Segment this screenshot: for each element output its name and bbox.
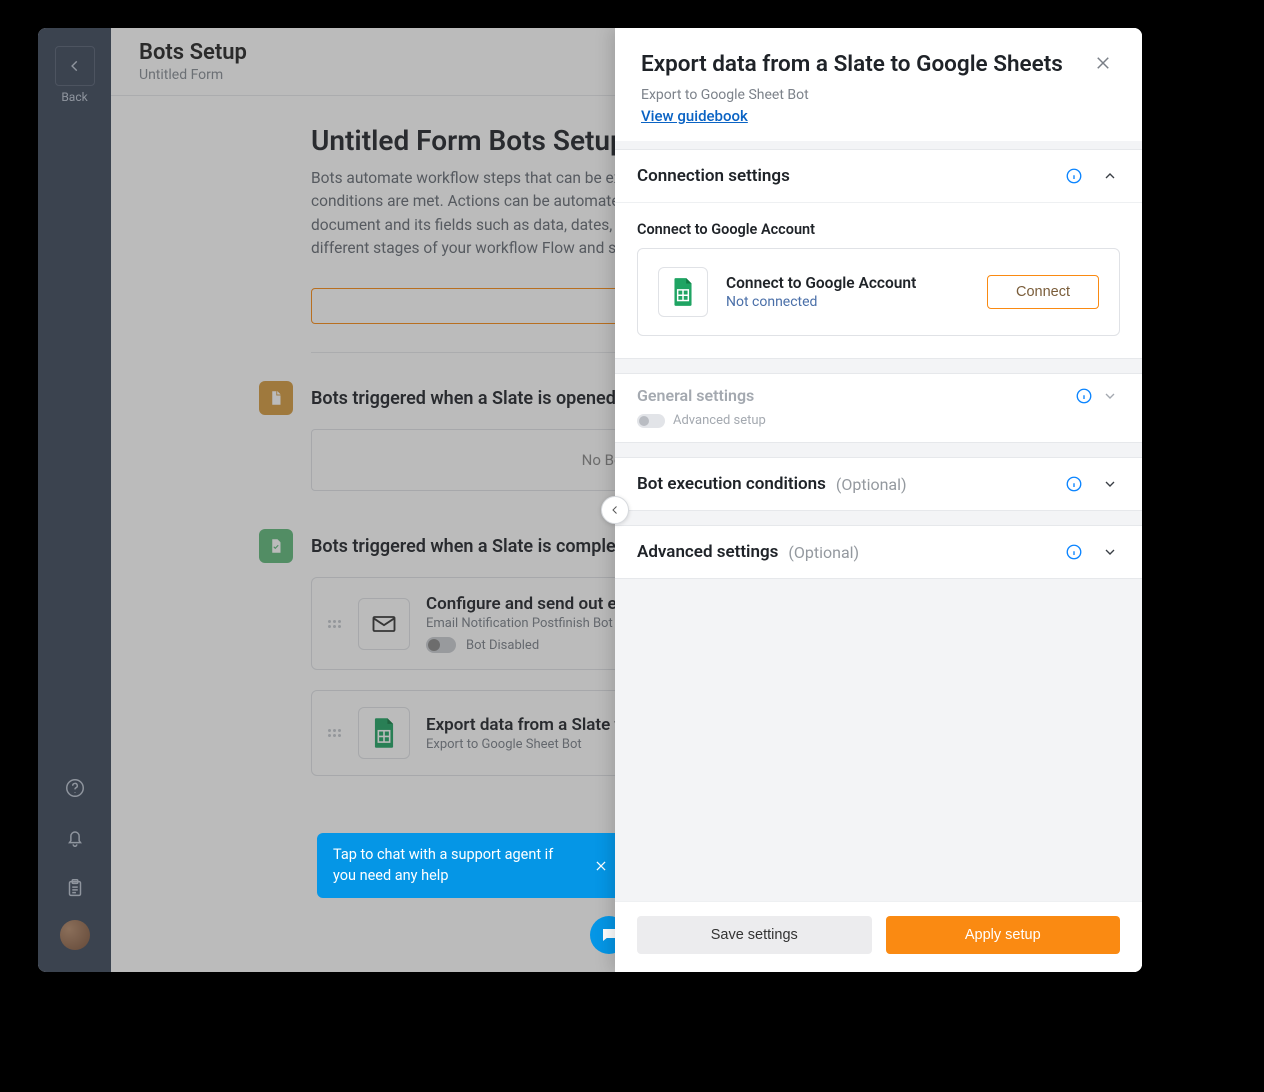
app-window: Back Bots Setup Untitled Form Untitled F… <box>38 28 1142 972</box>
conditions-label: Bot execution conditions <box>637 474 826 494</box>
advanced-section: Advanced settings (Optional) <box>615 525 1142 579</box>
panel-collapse-button[interactable] <box>601 496 629 524</box>
conditions-section: Bot execution conditions (Optional) <box>615 457 1142 511</box>
chevron-down-icon <box>1100 474 1120 494</box>
panel-title: Export data from a Slate to Google Sheet… <box>641 50 1090 79</box>
conditions-optional: (Optional) <box>836 475 907 494</box>
close-icon[interactable] <box>1090 50 1116 76</box>
view-guidebook-link[interactable]: View guidebook <box>641 107 748 125</box>
save-settings-button[interactable]: Save settings <box>637 916 872 954</box>
connection-settings-section: Connection settings Connect to Google Ac… <box>615 149 1142 359</box>
general-settings-section: General settings Advanced setup <box>615 373 1142 443</box>
advanced-setup-label: Advanced setup <box>673 413 766 428</box>
general-settings-label: General settings <box>637 386 1074 405</box>
connection-settings-label: Connection settings <box>637 166 790 186</box>
side-panel: Export data from a Slate to Google Sheet… <box>615 28 1142 972</box>
google-sheets-icon <box>658 267 708 317</box>
panel-footer: Save settings Apply setup <box>615 901 1142 972</box>
advanced-header[interactable]: Advanced settings (Optional) <box>615 526 1142 578</box>
connect-field-label: Connect to Google Account <box>637 221 1120 238</box>
chevron-down-icon <box>1100 386 1120 406</box>
panel-body: Connection settings Connect to Google Ac… <box>615 141 1142 901</box>
chat-toast-close-icon[interactable] <box>591 856 611 876</box>
chevron-down-icon <box>1100 542 1120 562</box>
info-icon[interactable] <box>1074 386 1094 406</box>
panel-header: Export data from a Slate to Google Sheet… <box>615 28 1142 141</box>
panel-subtitle: Export to Google Sheet Bot <box>641 87 1116 103</box>
apply-setup-button[interactable]: Apply setup <box>886 916 1121 954</box>
chat-toast-text: Tap to chat with a support agent if you … <box>333 846 553 883</box>
connect-card-title: Connect to Google Account <box>726 274 969 292</box>
advanced-label: Advanced settings <box>637 542 778 562</box>
connection-settings-header[interactable]: Connection settings <box>615 150 1142 202</box>
connect-button[interactable]: Connect <box>987 275 1099 309</box>
general-settings-header[interactable]: General settings Advanced setup <box>615 374 1142 442</box>
info-icon[interactable] <box>1064 166 1084 186</box>
info-icon[interactable] <box>1064 542 1084 562</box>
connect-card: Connect to Google Account Not connected … <box>637 248 1120 336</box>
advanced-optional: (Optional) <box>788 543 859 562</box>
advanced-setup-toggle[interactable] <box>637 414 665 428</box>
conditions-header[interactable]: Bot execution conditions (Optional) <box>615 458 1142 510</box>
connect-card-status: Not connected <box>726 294 969 310</box>
chat-toast: Tap to chat with a support agent if you … <box>317 833 621 898</box>
chevron-up-icon <box>1100 166 1120 186</box>
info-icon[interactable] <box>1064 474 1084 494</box>
